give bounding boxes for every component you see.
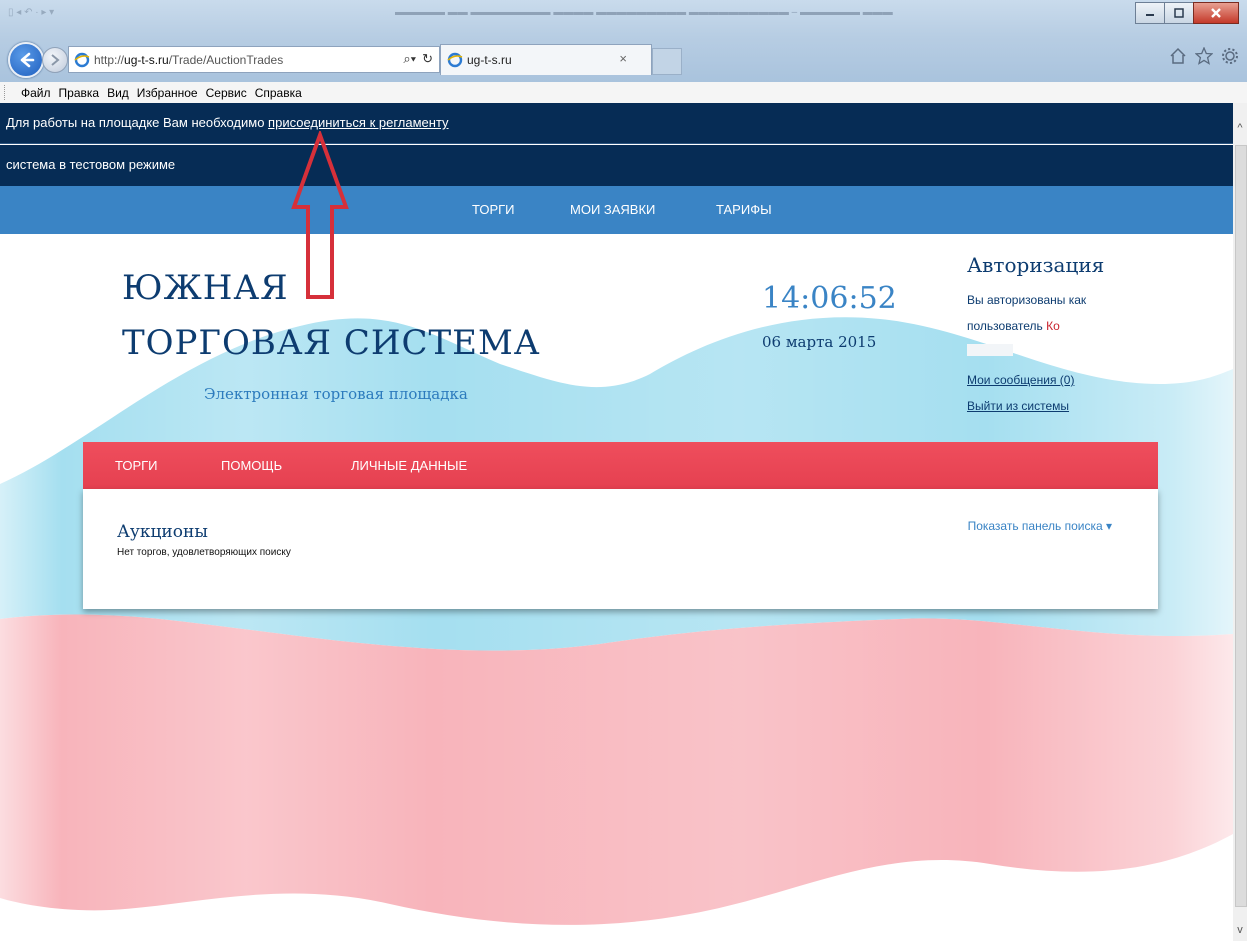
gear-icon[interactable] bbox=[1221, 47, 1239, 65]
url-prefix: http:// bbox=[94, 52, 125, 67]
my-messages-link[interactable]: Мои сообщения (0) bbox=[967, 373, 1074, 387]
window-controls bbox=[1135, 2, 1239, 24]
test-mode-text: система в тестовом режиме bbox=[6, 157, 176, 172]
home-icon[interactable] bbox=[1169, 47, 1187, 65]
url-path: /Trade/AuctionTrades bbox=[168, 52, 284, 67]
logo-title-line2: ТОРГОВАЯ СИСТЕМА bbox=[122, 323, 541, 363]
join-regulation-link[interactable]: присоединиться к регламенту bbox=[268, 115, 449, 130]
minimize-button[interactable] bbox=[1135, 2, 1165, 24]
auctions-panel: Аукционы Нет торгов, удовлетворяющих пои… bbox=[83, 489, 1158, 609]
page-title: Аукционы bbox=[117, 522, 208, 542]
auth-title: Авторизация bbox=[967, 253, 1105, 277]
new-tab-button[interactable] bbox=[652, 48, 682, 75]
forward-arrow-icon bbox=[51, 54, 60, 66]
redacted-username bbox=[967, 344, 1013, 356]
top-nav-my-bids[interactable]: МОИ ЗАЯВКИ bbox=[570, 186, 655, 234]
clock-time: 14:06:52 bbox=[762, 281, 897, 316]
back-arrow-icon bbox=[20, 52, 35, 68]
auth-username: Ко bbox=[1046, 319, 1060, 333]
minimize-icon bbox=[1146, 14, 1154, 16]
search-dropdown-icon[interactable]: ⌕▾ bbox=[403, 51, 416, 67]
scrollbar-thumb[interactable] bbox=[1235, 145, 1247, 907]
browser-tab[interactable]: ug-t-s.ru × bbox=[440, 44, 652, 75]
top-navigation: ТОРГИ МОИ ЗАЯВКИ ТАРИФЫ bbox=[0, 186, 1233, 234]
scroll-up-icon[interactable]: ^ bbox=[1233, 119, 1247, 137]
ie-page-icon bbox=[74, 52, 90, 67]
menu-tools[interactable]: Сервис bbox=[206, 86, 247, 100]
empty-results-text: Нет торгов, удовлетворяющих поиску bbox=[117, 547, 291, 558]
back-button[interactable] bbox=[8, 42, 44, 78]
window-title-ghost: ▬▬▬▬▬ ▬▬ ▬▬▬▬▬▬▬▬ ▬▬▬▬ ▬▬▬▬▬▬▬▬▬ ▬▬▬▬▬▬▬… bbox=[395, 7, 893, 18]
maximize-icon bbox=[1174, 8, 1184, 18]
auth-status-text: Вы авторизованы как bbox=[967, 293, 1087, 307]
favorites-star-icon[interactable] bbox=[1195, 47, 1213, 65]
page-viewport: Для работы на площадке Вам необходимо пр… bbox=[0, 103, 1233, 941]
url-text[interactable]: http://ug-t-s.ru/Trade/AuctionTrades bbox=[94, 53, 283, 67]
scroll-down-icon[interactable]: v bbox=[1233, 921, 1247, 939]
url-host: ug-t-s.ru bbox=[124, 52, 169, 67]
window-title-bar: ▯ ◂ ↶ · ▸ ▾ ▬▬▬▬▬ ▬▬ ▬▬▬▬▬▬▬▬ ▬▬▬▬ ▬▬▬▬▬… bbox=[0, 0, 1247, 82]
section-nav-trades[interactable]: ТОРГИ bbox=[115, 442, 158, 489]
menu-bar: Файл Правка Вид Избранное Сервис Справка bbox=[0, 82, 1247, 104]
section-navigation: ТОРГИ ПОМОЩЬ ЛИЧНЫЕ ДАННЫЕ bbox=[83, 442, 1158, 489]
show-search-panel-link[interactable]: Показать панель поиска ▾ bbox=[968, 519, 1112, 533]
annotation-arrow-icon bbox=[291, 131, 349, 299]
regulation-notice-bar: Для работы на площадке Вам необходимо пр… bbox=[0, 103, 1233, 144]
test-mode-bar: система в тестовом режиме bbox=[0, 145, 1233, 186]
top-nav-trades[interactable]: ТОРГИ bbox=[472, 186, 515, 234]
tab-close-button[interactable]: × bbox=[619, 51, 627, 66]
close-window-button[interactable] bbox=[1193, 2, 1239, 24]
maximize-button[interactable] bbox=[1164, 2, 1194, 24]
logo-subtitle: Электронная торговая площадка bbox=[204, 385, 468, 403]
tab-favicon-icon bbox=[447, 52, 463, 68]
notice-text: Для работы на площадке Вам необходимо bbox=[6, 115, 269, 130]
quick-access-toolbar: ▯ ◂ ↶ · ▸ ▾ bbox=[8, 7, 55, 18]
menu-file[interactable]: Файл bbox=[21, 86, 51, 100]
menu-help[interactable]: Справка bbox=[255, 86, 302, 100]
menu-grip bbox=[4, 85, 13, 100]
refresh-icon[interactable]: ↻ bbox=[422, 51, 433, 67]
clock-date: 06 марта 2015 bbox=[762, 333, 877, 351]
tab-title: ug-t-s.ru bbox=[467, 53, 512, 67]
address-bar[interactable]: http://ug-t-s.ru/Trade/AuctionTrades ⌕▾ … bbox=[68, 46, 440, 73]
auth-user-line: пользователь Ко bbox=[967, 319, 1060, 333]
menu-favorites[interactable]: Избранное bbox=[137, 86, 198, 100]
section-nav-help[interactable]: ПОМОЩЬ bbox=[221, 442, 282, 489]
forward-button[interactable] bbox=[42, 47, 68, 73]
address-tools: ⌕▾ ↻ bbox=[403, 51, 433, 67]
close-icon bbox=[1211, 8, 1221, 18]
menu-edit[interactable]: Правка bbox=[59, 86, 100, 100]
logo-title-line1: ЮЖНАЯ bbox=[122, 268, 289, 308]
logout-link[interactable]: Выйти из системы bbox=[967, 399, 1069, 413]
vertical-scrollbar[interactable]: ^ v bbox=[1233, 103, 1247, 941]
menu-view[interactable]: Вид bbox=[107, 86, 129, 100]
section-nav-personal-data[interactable]: ЛИЧНЫЕ ДАННЫЕ bbox=[351, 442, 467, 489]
auth-user-prefix: пользователь bbox=[967, 319, 1047, 333]
browser-right-icons bbox=[1169, 47, 1239, 65]
top-nav-tariffs[interactable]: ТАРИФЫ bbox=[716, 186, 772, 234]
